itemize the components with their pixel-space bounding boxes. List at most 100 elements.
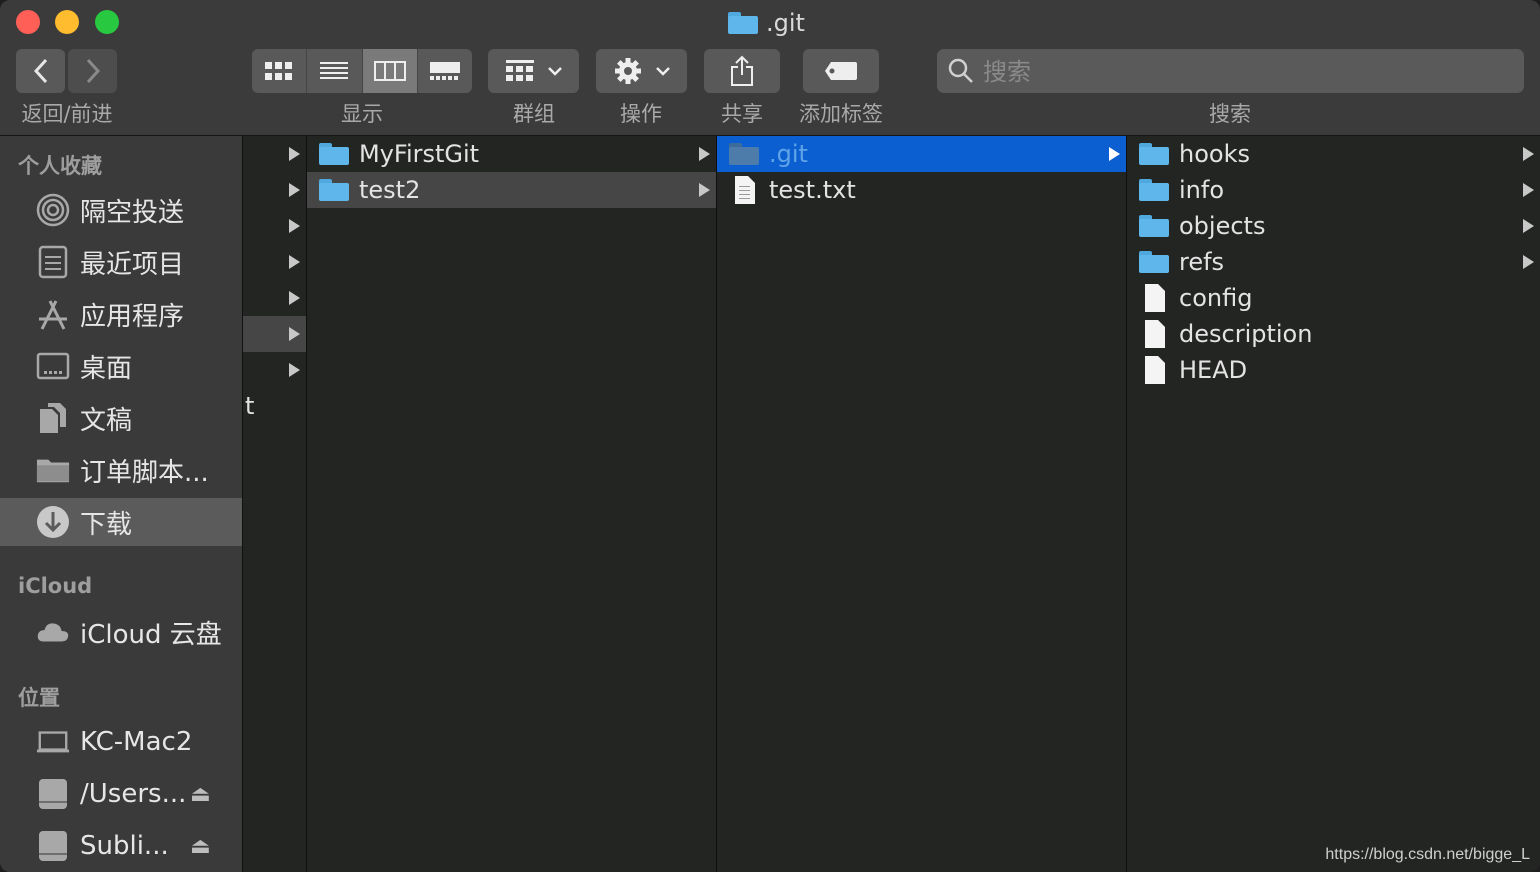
item-name: refs xyxy=(1179,248,1225,276)
disk-icon xyxy=(36,777,70,811)
zoom-window-button[interactable] xyxy=(95,10,119,34)
disclosure-arrow-icon xyxy=(289,183,300,197)
list-item-myfirstgit[interactable]: MyFirstGit xyxy=(307,136,716,172)
back-button[interactable] xyxy=(16,49,65,93)
sidebar-item-users-volume[interactable]: /Users... ⏏ xyxy=(0,770,242,818)
sidebar-item-order-scripts[interactable]: 订单脚本... xyxy=(0,446,242,494)
grid-icon xyxy=(265,62,293,80)
cloud-icon xyxy=(36,615,70,649)
folder-icon xyxy=(319,143,349,165)
folder-icon xyxy=(1139,179,1169,201)
eject-icon[interactable]: ⏏ xyxy=(190,834,211,859)
item-name: hooks xyxy=(1179,140,1250,168)
list-item-head[interactable]: HEAD xyxy=(1127,352,1540,388)
list-item-objects[interactable]: objects xyxy=(1127,208,1540,244)
list-item[interactable] xyxy=(243,172,306,208)
tag-icon xyxy=(825,62,857,80)
list-item[interactable]: t xyxy=(243,388,306,424)
list-view-button[interactable] xyxy=(307,49,363,93)
group-label: 群组 xyxy=(513,102,555,126)
list-item[interactable] xyxy=(243,136,306,172)
list-item-selected[interactable] xyxy=(243,316,306,352)
minimize-window-button[interactable] xyxy=(55,10,79,34)
nav-label: 返回/前进 xyxy=(21,102,113,126)
file-icon xyxy=(1145,320,1165,348)
add-tag-button[interactable] xyxy=(803,49,879,93)
item-name: description xyxy=(1179,320,1313,348)
list-item-hooks[interactable]: hooks xyxy=(1127,136,1540,172)
eject-icon[interactable]: ⏏ xyxy=(190,782,211,807)
search-label: 搜索 xyxy=(1209,102,1251,126)
sidebar-item-label: 订单脚本... xyxy=(80,457,209,488)
locations-header: 位置 xyxy=(18,686,60,710)
list-item-refs[interactable]: refs xyxy=(1127,244,1540,280)
disclosure-arrow-icon xyxy=(699,147,710,161)
folder-icon xyxy=(1139,251,1169,273)
disclosure-arrow-icon xyxy=(1523,147,1534,161)
group-button[interactable] xyxy=(488,49,579,93)
disclosure-arrow-icon xyxy=(1523,183,1534,197)
folder-icon xyxy=(729,143,759,165)
column-0: t xyxy=(243,136,307,872)
forward-button[interactable] xyxy=(68,49,117,93)
list-item-git[interactable]: .git xyxy=(717,136,1126,172)
text-file-icon xyxy=(735,176,755,204)
list-item[interactable] xyxy=(243,352,306,388)
sidebar-item-downloads[interactable]: 下载 xyxy=(0,498,242,546)
disclosure-arrow-icon xyxy=(1109,147,1120,161)
folder-icon xyxy=(36,453,70,487)
sidebar-item-airdrop[interactable]: 隔空投送 xyxy=(0,186,242,234)
chevron-right-icon xyxy=(86,58,100,84)
share-icon xyxy=(731,55,753,86)
share-label: 共享 xyxy=(721,102,763,126)
sidebar-item-recents[interactable]: 最近项目 xyxy=(0,238,242,286)
list-item-test2[interactable]: test2 xyxy=(307,172,716,208)
list-item[interactable] xyxy=(243,280,306,316)
view-label: 显示 xyxy=(341,102,383,126)
sidebar-item-label: 隔空投送 xyxy=(80,197,185,228)
sidebar-item-label: iCloud 云盘 xyxy=(80,619,222,650)
search-input[interactable] xyxy=(981,49,1505,95)
folder-icon xyxy=(319,179,349,201)
gear-icon xyxy=(614,58,641,84)
sidebar-item-kc-mac2[interactable]: KC-Mac2 xyxy=(0,718,242,766)
item-name: objects xyxy=(1179,212,1266,240)
recents-icon xyxy=(36,245,70,279)
columns-icon xyxy=(373,61,406,81)
list-item-description[interactable]: description xyxy=(1127,316,1540,352)
list-item[interactable] xyxy=(243,208,306,244)
list-item-config[interactable]: config xyxy=(1127,280,1540,316)
sidebar-item-documents[interactable]: 文稿 xyxy=(0,394,242,442)
disclosure-arrow-icon xyxy=(289,363,300,377)
sidebar-item-desktop[interactable]: 桌面 xyxy=(0,342,242,390)
sidebar-item-label: 桌面 xyxy=(80,353,133,384)
sidebar: 个人收藏 隔空投送 最近项目 应用程序 桌面 文稿 订单脚本... 下载 iCl… xyxy=(0,136,243,872)
gallery-icon xyxy=(429,62,460,80)
list-item[interactable] xyxy=(243,244,306,280)
search-field[interactable] xyxy=(937,49,1524,95)
close-window-button[interactable] xyxy=(16,10,40,34)
item-name: info xyxy=(1179,176,1225,204)
watermark: https://blog.csdn.net/bigge_L xyxy=(1325,846,1530,863)
view-mode-segmented xyxy=(252,49,472,93)
icon-view-button[interactable] xyxy=(252,49,308,93)
airdrop-icon xyxy=(36,193,70,227)
disclosure-arrow-icon xyxy=(1523,255,1534,269)
group-grid-icon xyxy=(505,60,534,81)
disclosure-arrow-icon xyxy=(289,219,300,233)
column-view-button[interactable] xyxy=(362,49,418,93)
action-button[interactable] xyxy=(596,49,687,93)
truncated-file-name: t xyxy=(245,392,255,420)
chevron-down-icon xyxy=(547,67,562,76)
sidebar-item-icloud-drive[interactable]: iCloud 云盘 xyxy=(0,608,242,656)
list-item-info[interactable]: info xyxy=(1127,172,1540,208)
gallery-view-button[interactable] xyxy=(418,49,472,93)
list-item-test-txt[interactable]: test.txt xyxy=(717,172,1126,208)
sidebar-item-label: 最近项目 xyxy=(80,249,185,280)
share-button[interactable] xyxy=(704,49,780,93)
column-2: .git test.txt xyxy=(717,136,1127,872)
sidebar-item-sublime-volume[interactable]: Subli... ⏏ xyxy=(0,822,242,870)
sidebar-item-applications[interactable]: 应用程序 xyxy=(0,290,242,338)
item-name: MyFirstGit xyxy=(359,140,480,168)
add-tag-label: 添加标签 xyxy=(799,102,883,126)
